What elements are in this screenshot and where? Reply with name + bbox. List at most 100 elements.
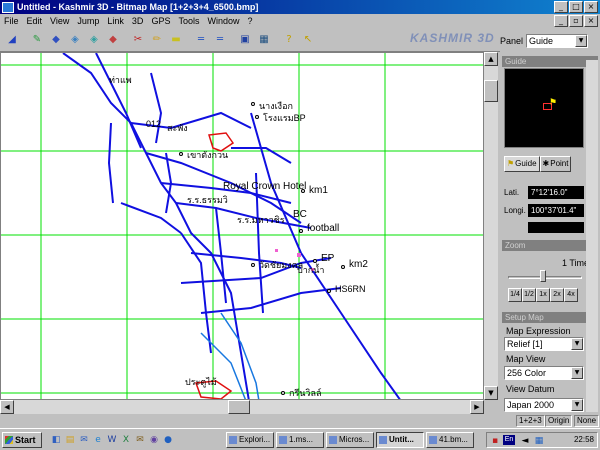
pen-icon[interactable]: ✎ xyxy=(29,32,45,48)
doc-restore-button[interactable]: ▫ xyxy=(569,15,583,27)
ruler-icon[interactable]: ▬ xyxy=(168,32,184,48)
doc-close-button[interactable]: × xyxy=(584,15,598,27)
zoom-buttons: 1/4 1/2 1x 2x 4x xyxy=(508,288,578,302)
map-canvas[interactable]: ท่าแพ นางเงือก โรงแรมBP 012 สะพัง เขาตัง… xyxy=(0,52,484,400)
zoom-1x-button[interactable]: 1x xyxy=(536,288,550,302)
layer2-icon[interactable]: ◈ xyxy=(86,32,102,48)
map-point xyxy=(327,289,331,293)
scroll-left-button[interactable]: ◀ xyxy=(0,400,14,414)
scroll-right-button[interactable]: ▶ xyxy=(470,400,484,414)
start-button[interactable]: Start xyxy=(2,432,42,448)
scroll-thumb[interactable] xyxy=(228,400,250,414)
task-microsoft[interactable]: Micros... xyxy=(326,432,374,448)
scroll-down-button[interactable]: ▼ xyxy=(484,386,498,400)
task-ms[interactable]: 1.ms... xyxy=(276,432,324,448)
cut-icon[interactable]: ✂ xyxy=(130,32,146,48)
close-button[interactable]: × xyxy=(584,1,598,13)
zoom-4x-button[interactable]: 4x xyxy=(564,288,578,302)
minimize-button[interactable]: _ xyxy=(554,1,568,13)
zoom-quarter-button[interactable]: 1/4 xyxy=(508,288,522,302)
status-bar: 1+2+3 Origin None xyxy=(0,414,600,428)
menu-file[interactable]: File xyxy=(0,16,23,26)
map-horizontal-scrollbar[interactable]: ◀ ▶ xyxy=(0,400,484,414)
language-indicator[interactable]: En xyxy=(503,435,515,445)
zoom-half-button[interactable]: 1/2 xyxy=(522,288,536,302)
pointer-icon[interactable]: ↖ xyxy=(300,32,316,48)
scroll-corner xyxy=(484,400,498,414)
map-label-012: 012 xyxy=(146,119,162,129)
quicklaunch-excel-icon[interactable]: X xyxy=(120,434,132,446)
taskbar: Start ◧ ▤ ✉ e W X ✉ ◉ ● Explori... 1.ms.… xyxy=(0,428,600,450)
task-explorer[interactable]: Explori... xyxy=(226,432,274,448)
guide-overview-map[interactable]: ⚑ xyxy=(504,68,584,148)
menu-help[interactable]: ? xyxy=(243,16,256,26)
zoom-2x-button[interactable]: 2x xyxy=(550,288,564,302)
doc-minimize-button[interactable]: _ xyxy=(554,15,568,27)
side-panel-scrollbar[interactable] xyxy=(586,60,598,412)
line1-icon[interactable]: ═ xyxy=(193,32,209,48)
map-label-bc: BC xyxy=(293,209,307,220)
color-icon[interactable]: ◆ xyxy=(105,32,121,48)
menu-tools[interactable]: Tools xyxy=(174,16,203,26)
menu-gps[interactable]: GPS xyxy=(147,16,174,26)
tray-icon[interactable]: ▪ xyxy=(489,435,501,447)
map-expression-select[interactable]: Relief [1] ▼ xyxy=(504,337,584,351)
map-label-pratumai: ประตูไม้ xyxy=(185,377,217,387)
line2-icon[interactable]: ═ xyxy=(212,32,228,48)
map-vertical-scrollbar[interactable]: ▲ ▼ xyxy=(484,52,498,400)
panel-label: Panel xyxy=(500,36,524,46)
edit-icon[interactable]: ✏ xyxy=(149,32,165,48)
menu-link[interactable]: Link xyxy=(103,16,128,26)
map-point xyxy=(299,229,303,233)
tab-guide-label: Guide xyxy=(515,159,537,168)
panel-select[interactable]: Guide ▼ xyxy=(526,34,589,48)
quicklaunch-mail-icon[interactable]: ✉ xyxy=(134,434,146,446)
map-icon[interactable]: ▣ xyxy=(237,32,253,48)
maximize-button[interactable]: □ xyxy=(569,1,583,13)
chevron-down-icon[interactable]: ▼ xyxy=(571,338,583,350)
quicklaunch-ie-icon[interactable]: e xyxy=(92,434,104,446)
tab-guide[interactable]: ⚑ Guide xyxy=(504,156,540,172)
tray-volume-icon[interactable]: ◄ xyxy=(519,435,531,447)
chevron-down-icon[interactable]: ▼ xyxy=(571,367,583,379)
quicklaunch-word-icon[interactable]: W xyxy=(106,434,118,446)
map-point xyxy=(251,263,255,267)
zoom-section-header: Zoom xyxy=(502,240,598,251)
position-pin-icon: ⚑ xyxy=(549,97,558,107)
system-tray: ▪ En ◄ ▦ 22:58 xyxy=(486,432,598,448)
tray-network-icon[interactable]: ▦ xyxy=(533,435,545,447)
quicklaunch-explorer-icon[interactable]: ▤ xyxy=(64,434,76,446)
grid-icon[interactable]: ▦ xyxy=(256,32,272,48)
clock[interactable]: 22:58 xyxy=(574,435,594,444)
chevron-down-icon[interactable]: ▼ xyxy=(575,35,588,47)
tilt-left-icon[interactable]: ◢ xyxy=(4,32,20,48)
task-untitled[interactable]: Untit... xyxy=(376,432,424,448)
quicklaunch-outlook-icon[interactable]: ✉ xyxy=(78,434,90,446)
zoom-slider-thumb[interactable] xyxy=(540,270,546,282)
quicklaunch-globe-icon[interactable]: ● xyxy=(162,434,174,446)
move-icon[interactable]: ◆ xyxy=(48,32,64,48)
scroll-thumb[interactable] xyxy=(484,80,498,102)
menu-window[interactable]: Window xyxy=(203,16,243,26)
quicklaunch-desktop-icon[interactable]: ◧ xyxy=(50,434,62,446)
chevron-down-icon[interactable]: ▼ xyxy=(571,399,583,411)
help-icon[interactable]: ? xyxy=(281,32,297,48)
scroll-up-button[interactable]: ▲ xyxy=(484,52,498,66)
menu-3d[interactable]: 3D xyxy=(128,16,148,26)
tab-point[interactable]: ✱ Point xyxy=(539,156,572,172)
map-label-km1: km1 xyxy=(309,185,328,196)
map-view-select[interactable]: 256 Color ▼ xyxy=(504,366,584,380)
quicklaunch-media-icon[interactable]: ◉ xyxy=(148,434,160,446)
flag-icon: ⚑ xyxy=(507,159,515,168)
task-bmp[interactable]: 41.bm... xyxy=(426,432,474,448)
menu-jump[interactable]: Jump xyxy=(73,16,103,26)
view-datum-select[interactable]: Japan 2000 ▼ xyxy=(504,398,584,412)
layer-icon[interactable]: ◈ xyxy=(67,32,83,48)
map-view-value: 256 Color xyxy=(507,368,547,378)
menu-view[interactable]: View xyxy=(46,16,73,26)
view-datum-label: View Datum xyxy=(506,384,555,394)
map-point xyxy=(255,115,259,119)
latitude-value: 7°12'16.0" xyxy=(528,186,584,199)
longitude-row: Longi. 100°37'01.4" xyxy=(504,204,584,217)
menu-edit[interactable]: Edit xyxy=(23,16,47,26)
